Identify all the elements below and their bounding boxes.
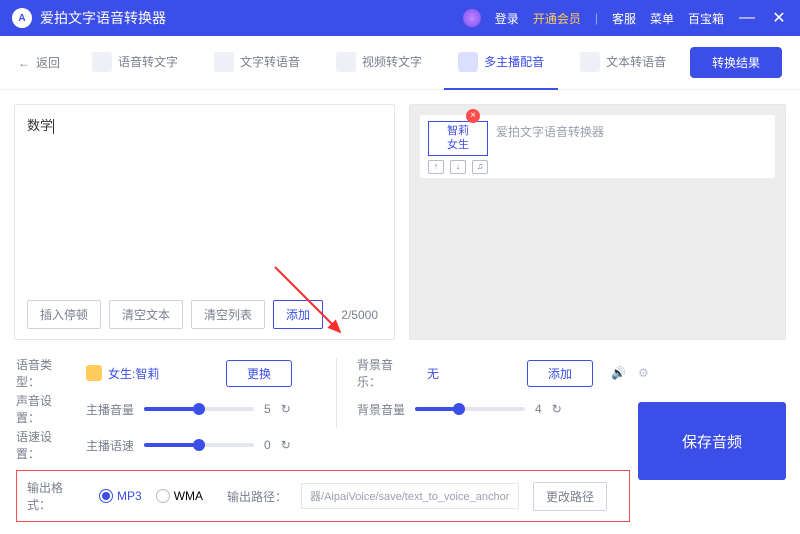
anchor-badge: 智莉女生 <box>428 121 488 156</box>
tab-text-to-audio[interactable]: 文字转语音 <box>200 36 314 90</box>
vip-link[interactable]: 开通会员 <box>533 10 581 27</box>
tab-icon <box>580 52 600 72</box>
clear-list-button[interactable]: 清空列表 <box>191 300 265 329</box>
tab-icon <box>214 52 234 72</box>
anchor-text: 爱拍文字语音转换器 <box>496 121 604 140</box>
change-path-button[interactable]: 更改路径 <box>533 482 607 511</box>
reset-icon[interactable]: ↻ <box>281 438 291 452</box>
bgm-value[interactable]: 无 <box>427 365 515 382</box>
user-avatar-icon[interactable] <box>463 9 481 27</box>
speed-settings-label: 语速设置： <box>16 428 74 462</box>
bg-volume-slider[interactable] <box>415 407 525 411</box>
preview-icon[interactable]: ♫ <box>472 160 488 174</box>
result-button[interactable]: 转换结果 <box>690 47 782 78</box>
format-mp3-radio[interactable]: MP3 <box>99 489 142 504</box>
arrow-left-icon: ← <box>18 56 30 70</box>
close-icon[interactable]: ✕ <box>770 8 788 28</box>
speaker-icon[interactable]: 🔊 <box>611 366 626 380</box>
bgm-label: 背景音乐： <box>357 356 415 390</box>
sound-settings-label: 声音设置： <box>16 392 74 426</box>
output-format-label: 输出格式： <box>27 479 85 513</box>
menu-link[interactable]: 菜单 <box>650 10 674 27</box>
output-path-input[interactable]: 器/AipaiVoice/save/text_to_voice_anchor <box>301 483 519 509</box>
text-input[interactable]: 数学 <box>27 115 382 292</box>
clear-text-button[interactable]: 清空文本 <box>109 300 183 329</box>
insert-pause-button[interactable]: 插入停顿 <box>27 300 101 329</box>
voice-avatar-icon <box>86 365 102 381</box>
save-audio-button[interactable]: 保存音频 <box>638 402 786 480</box>
tab-icon <box>92 52 112 72</box>
gear-icon[interactable]: ⚙ <box>638 366 649 380</box>
anchor-volume-slider[interactable] <box>144 407 254 411</box>
back-button[interactable]: ← 返回 <box>18 54 60 71</box>
format-wma-radio[interactable]: WMA <box>156 489 203 504</box>
add-bgm-button[interactable]: 添加 <box>527 360 593 387</box>
anchor-speed-slider[interactable] <box>144 443 254 447</box>
move-up-icon[interactable]: ↑ <box>428 160 444 174</box>
tab-multi-anchor[interactable]: 多主播配音 <box>444 36 558 90</box>
tab-icon <box>458 52 478 72</box>
minimize-icon[interactable]: — <box>738 9 756 27</box>
tab-text-to-speech[interactable]: 文本转语音 <box>566 36 680 90</box>
remove-anchor-icon[interactable]: × <box>466 109 480 123</box>
reset-icon[interactable]: ↻ <box>281 402 291 416</box>
app-logo: A <box>12 8 32 28</box>
add-button[interactable]: 添加 <box>273 300 323 329</box>
anchor-card[interactable]: × 智莉女生 ↑ ↓ ♫ 爱拍文字语音转换器 <box>420 115 775 178</box>
tab-audio-to-text[interactable]: 语音转文字 <box>78 36 192 90</box>
change-voice-button[interactable]: 更换 <box>226 360 292 387</box>
anchor-list-panel: × 智莉女生 ↑ ↓ ♫ 爱拍文字语音转换器 <box>409 104 786 340</box>
char-count: 2/5000 <box>341 308 382 322</box>
reset-icon[interactable]: ↻ <box>552 402 562 416</box>
move-down-icon[interactable]: ↓ <box>450 160 466 174</box>
text-editor-panel: 数学 插入停顿 清空文本 清空列表 添加 2/5000 <box>14 104 395 340</box>
tab-video-to-text[interactable]: 视频转文字 <box>322 36 436 90</box>
support-link[interactable]: 客服 <box>612 10 636 27</box>
tab-icon <box>336 52 356 72</box>
login-link[interactable]: 登录 <box>495 10 519 27</box>
voice-type-label: 语音类型： <box>16 356 74 390</box>
app-title: 爱拍文字语音转换器 <box>40 8 463 28</box>
toolbox-link[interactable]: 百宝箱 <box>688 10 724 27</box>
voice-selector[interactable]: 女生:智莉 <box>86 365 214 382</box>
